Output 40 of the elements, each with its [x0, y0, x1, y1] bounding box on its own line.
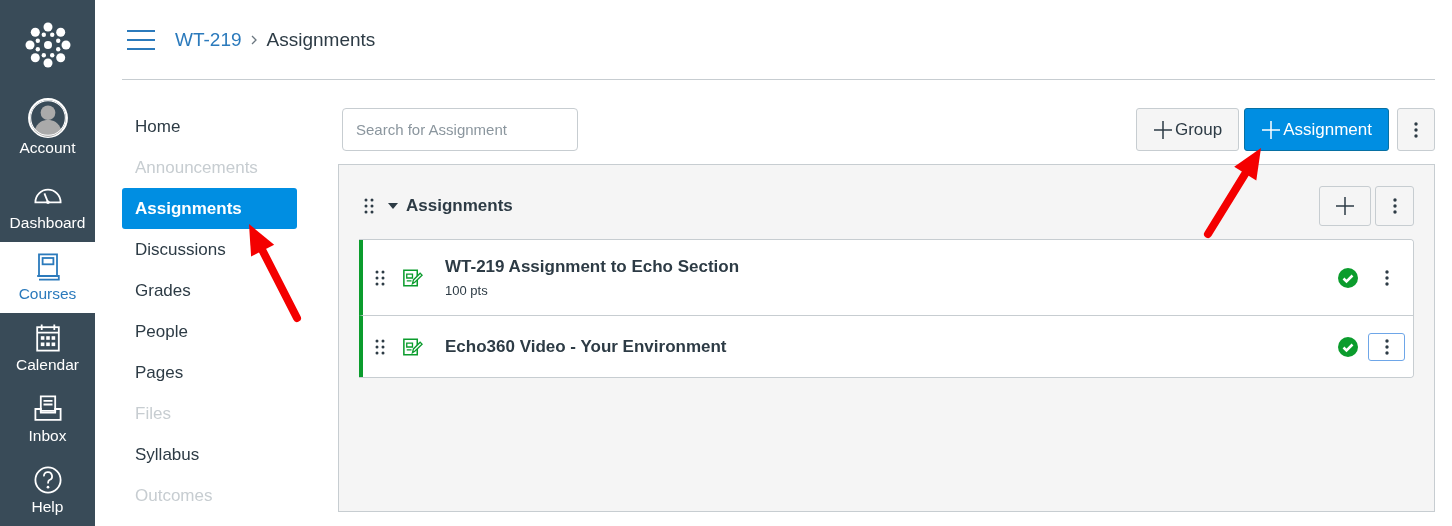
course-nav-link[interactable]: Assignments: [122, 188, 297, 229]
breadcrumb-link[interactable]: WT-219: [175, 28, 242, 51]
assignment-title[interactable]: WT-219 Assignment to Echo Section: [445, 257, 1338, 277]
points-label: 100 pts: [445, 283, 489, 298]
plus-icon: [1261, 119, 1282, 140]
course-nav-link[interactable]: Discussions: [122, 229, 297, 270]
kebab-icon: [1414, 121, 1418, 138]
kebab-icon: [1392, 198, 1397, 214]
drag-handle-icon: [375, 338, 385, 355]
group-title: Assignments: [406, 196, 513, 216]
course-nav-link[interactable]: Home: [122, 106, 297, 147]
nav-item[interactable]: Dashboard: [0, 171, 95, 242]
kebab-icon: [1384, 338, 1389, 355]
logo-icon: [23, 21, 72, 69]
kebab-icon: [1384, 269, 1389, 286]
breadcrumb-current: Assignments: [266, 28, 376, 51]
nav-item[interactable]: Calendar: [0, 313, 95, 384]
course-nav-link[interactable]: People: [122, 311, 297, 352]
add-button[interactable]: Assignment: [1244, 108, 1389, 151]
menu-icon: [127, 29, 155, 50]
course-nav-link[interactable]: Syllabus: [122, 434, 297, 475]
drag-handle-icon: [375, 269, 385, 286]
more-options-button[interactable]: [1397, 108, 1435, 151]
plus-icon: [1152, 119, 1173, 140]
more-options-button[interactable]: [1368, 332, 1405, 361]
course-nav-link[interactable]: Grades: [122, 270, 297, 311]
search-field[interactable]: Search for Assignment: [342, 108, 578, 151]
nav-item[interactable]: Help: [0, 455, 95, 526]
menu-button[interactable]: [127, 29, 155, 50]
nav-item[interactable]: Account: [0, 90, 95, 171]
add-button[interactable]: [1319, 186, 1371, 226]
more-options-button[interactable]: [1375, 186, 1414, 226]
add-button[interactable]: Group: [1135, 108, 1240, 151]
chevron-icon: [250, 34, 258, 45]
drag-handle-icon: [364, 198, 374, 214]
nav-item[interactable]: Courses: [0, 242, 95, 313]
nav-item[interactable]: Inbox: [0, 384, 95, 455]
plus-icon: [1335, 196, 1355, 216]
avatar-icon: [26, 97, 69, 139]
course-nav-link[interactable]: Pages: [122, 352, 297, 393]
